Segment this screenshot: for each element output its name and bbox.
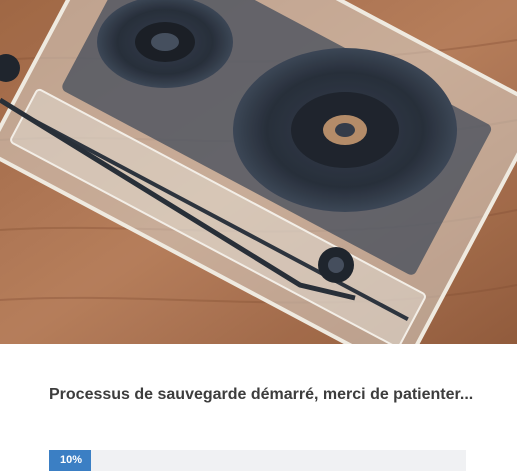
progress-bar: 10% <box>49 450 466 471</box>
hero-image <box>0 0 517 344</box>
progress-percent-label: 10% <box>60 454 83 466</box>
cassette-tape-photo-icon <box>0 0 517 344</box>
backup-status-message: Processus de sauvegarde démarré, merci d… <box>49 386 474 403</box>
